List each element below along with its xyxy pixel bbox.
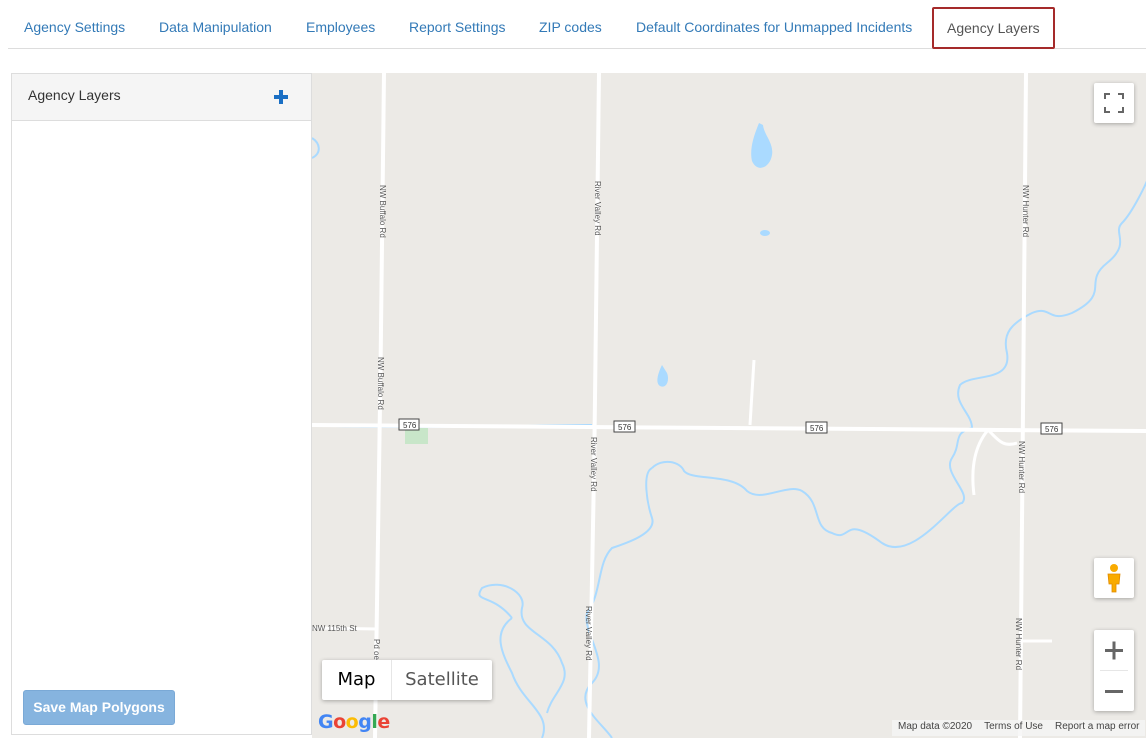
highway-shield-1: 576 xyxy=(398,418,420,431)
road-label-hunter-mid: NW Hunter Rd xyxy=(1017,441,1026,493)
pond-north xyxy=(751,123,773,168)
tab-agency-layers[interactable]: Agency Layers xyxy=(932,7,1055,49)
agency-layers-panel: Agency Layers Save Map Polygons xyxy=(11,73,312,735)
fullscreen-icon xyxy=(1104,93,1124,113)
app-root: Agency Settings Data Manipulation Employ… xyxy=(0,0,1146,738)
highway-shield-2: 576 xyxy=(613,420,636,433)
pond-small xyxy=(760,230,770,236)
road-label-river-valley-lower: River Valley Rd xyxy=(584,606,593,661)
highway-shield-4: 576 xyxy=(1040,422,1063,435)
svg-text:576: 576 xyxy=(403,421,417,430)
svg-text:576: 576 xyxy=(1045,425,1059,434)
map-canvas[interactable]: NW Buffalo Rd NW Buffalo Rd Pd oe River … xyxy=(312,73,1146,738)
zoom-in-button[interactable] xyxy=(1094,630,1134,670)
road-label-hunter-lower: NW Hunter Rd xyxy=(1014,618,1023,670)
creek-left xyxy=(312,137,320,159)
zoom-out-icon xyxy=(1105,690,1123,693)
zoom-in-icon xyxy=(1105,641,1123,660)
map-attribution: Map data ©2020 Terms of Use Report a map… xyxy=(892,720,1146,736)
map-type-control: Map Satellite xyxy=(322,660,492,700)
svg-text:576: 576 xyxy=(810,424,824,433)
zoom-control xyxy=(1094,630,1134,711)
tab-data-manipulation[interactable]: Data Manipulation xyxy=(159,7,272,49)
road-label-buffalo-upper: NW Buffalo Rd xyxy=(378,185,387,238)
highway-shield-3: 576 xyxy=(805,421,828,434)
pegman-icon xyxy=(1107,564,1121,593)
svg-text:576: 576 xyxy=(618,423,632,432)
road-label-river-valley-mid: River Valley Rd xyxy=(589,437,598,492)
tab-agency-settings[interactable]: Agency Settings xyxy=(24,7,125,49)
terms-of-use-link[interactable]: Terms of Use xyxy=(984,721,1043,735)
report-map-error-link[interactable]: Report a map error xyxy=(1055,721,1139,735)
plus-icon[interactable] xyxy=(273,89,289,105)
road-label-buffalo-lower: NW Buffalo Rd xyxy=(376,357,385,410)
map-data-credit: Map data ©2020 xyxy=(898,721,973,732)
tab-report-settings[interactable]: Report Settings xyxy=(409,7,506,49)
road-label-buffalo-bottom: Pd oe xyxy=(372,639,381,660)
road-label-hunter-upper: NW Hunter Rd xyxy=(1021,185,1030,237)
save-map-polygons-button[interactable]: Save Map Polygons xyxy=(23,690,175,725)
panel-title: Agency Layers xyxy=(28,87,121,103)
map-base-layer: NW Buffalo Rd NW Buffalo Rd Pd oe River … xyxy=(312,73,1146,738)
map-type-satellite-button[interactable]: Satellite xyxy=(392,660,492,700)
creek-bottom-left xyxy=(499,617,545,738)
fullscreen-button[interactable] xyxy=(1094,83,1134,123)
tab-zip-codes[interactable]: ZIP codes xyxy=(539,7,602,49)
tab-default-coordinates[interactable]: Default Coordinates for Unmapped Inciden… xyxy=(636,7,912,49)
road-label-river-valley-upper: River Valley Rd xyxy=(593,181,602,236)
google-logo: Google xyxy=(318,711,390,733)
zoom-out-button[interactable] xyxy=(1094,671,1134,711)
pond-mid xyxy=(657,365,669,387)
tab-employees[interactable]: Employees xyxy=(306,7,375,49)
panel-header: Agency Layers xyxy=(12,74,311,121)
creek-lower xyxy=(478,467,654,738)
map-type-map-button[interactable]: Map xyxy=(322,660,392,700)
street-view-pegman-button[interactable] xyxy=(1094,558,1134,598)
settings-tab-bar: Agency Settings Data Manipulation Employ… xyxy=(8,0,1146,49)
road-label-115th: NW 115th St xyxy=(312,624,358,633)
